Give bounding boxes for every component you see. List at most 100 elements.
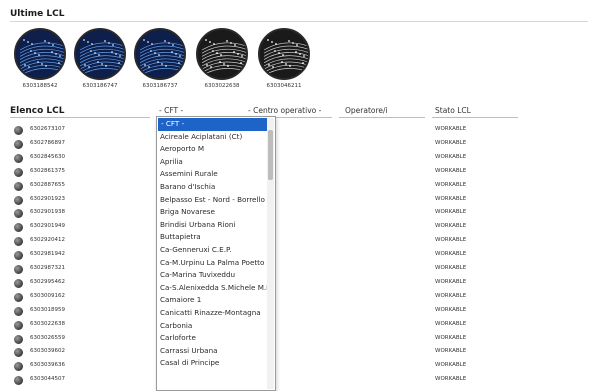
lcl-status-icon — [14, 334, 23, 344]
cft-dropdown-option[interactable]: Ca-S.Alenixedda S.Michele M.B. — [157, 282, 275, 295]
cft-dropdown-option[interactable]: Ca-Marina Tuvixeddu — [157, 269, 275, 282]
lcl-code[interactable]: 6303039602 — [30, 348, 65, 354]
lcl-thumbnail-label: 6303046211 — [266, 83, 302, 89]
lcl-thumbnail-label: 6303186747 — [82, 83, 118, 89]
table-row[interactable]: 6303009162 WORKABLE — [14, 291, 544, 305]
fiber-image-icon — [134, 28, 186, 80]
lcl-code[interactable]: 6302901949 — [30, 223, 65, 229]
cft-dropdown-option[interactable]: Canicatti Rinazze-Montagna — [157, 307, 275, 320]
table-row[interactable]: 6302673107 WORKABLE — [14, 124, 544, 138]
cft-dropdown-option[interactable]: Carrassi Urbana — [157, 345, 275, 358]
lcl-code[interactable]: 6302995462 — [30, 279, 65, 285]
lcl-stato: WORKABLE — [435, 251, 467, 258]
cft-dropdown-option[interactable]: Brindisi Urbana Rioni — [157, 219, 275, 232]
lcl-stato: WORKABLE — [435, 167, 467, 174]
table-row[interactable]: 6302995462 WORKABLE — [14, 277, 544, 291]
cft-dropdown-option[interactable]: Aprilia — [157, 156, 275, 169]
table-row[interactable]: 6302845630 WORKABLE — [14, 152, 544, 166]
cft-dropdown-option[interactable]: Briga Novarese — [157, 206, 275, 219]
table-row[interactable]: 6303044507Acireale Aciplatani (Ct)D830WO… — [14, 374, 544, 388]
lcl-stato: WORKABLE — [435, 292, 467, 299]
cft-dropdown-option[interactable]: Belpasso Est - Nord - Borrello — [157, 194, 275, 207]
lcl-thumbnail[interactable]: 6303046211 — [256, 28, 312, 89]
column-stato: Stato LCL — [435, 106, 471, 115]
lcl-thumbnail[interactable]: 6303022638 — [194, 28, 250, 89]
lcl-code[interactable]: 6302981942 — [30, 251, 65, 257]
cft-dropdown[interactable]: - CFT - Acireale Aciplatani (Ct) Aeroport… — [156, 116, 276, 391]
lcl-code[interactable]: 6302673107 — [30, 126, 65, 132]
lcl-code[interactable]: 6302987321 — [30, 265, 65, 271]
table-row[interactable]: 6302901923 WORKABLE — [14, 194, 544, 208]
lcl-status-icon — [14, 223, 23, 233]
cft-dropdown-option[interactable]: Camaiore 1 — [157, 294, 275, 307]
table-row[interactable]: 6302987321 WORKABLE — [14, 263, 544, 277]
lcl-status-icon — [14, 209, 23, 219]
fiber-image-icon — [196, 28, 248, 80]
column-cft-filter[interactable]: - CFT - — [159, 106, 183, 115]
lcl-stato: WORKABLE — [435, 348, 467, 355]
lcl-code[interactable]: 6302901923 — [30, 196, 65, 202]
table-row[interactable]: 6302786897 WORKABLE — [14, 138, 544, 152]
cft-dropdown-option[interactable]: Carbonia — [157, 320, 275, 333]
cft-dropdown-scrollbar[interactable] — [267, 118, 274, 389]
table-row[interactable]: 6303022638 WORKABLE — [14, 319, 544, 333]
table-row[interactable]: 6302981942 WORKABLE — [14, 249, 544, 263]
lcl-stato: WORKABLE — [435, 320, 467, 327]
header-underline-operatore — [339, 117, 425, 118]
lcl-stato: WORKABLE — [435, 223, 467, 230]
cft-dropdown-option[interactable]: Ca-Genneruxi C.E.P. — [157, 244, 275, 257]
cft-dropdown-selected-option[interactable]: - CFT - — [158, 118, 274, 131]
lcl-code[interactable]: 6303022638 — [30, 321, 65, 327]
column-centro-filter[interactable]: - Centro operativo - — [248, 106, 321, 115]
table-row[interactable]: 6302901938 WORKABLE — [14, 207, 544, 221]
lcl-code[interactable]: 6303018959 — [30, 307, 65, 313]
cft-dropdown-option[interactable]: Carloforte — [157, 332, 275, 345]
cft-dropdown-option[interactable]: Buttapietra — [157, 231, 275, 244]
lcl-code[interactable]: 6302861375 — [30, 168, 65, 174]
table-row[interactable]: 6302861375 WORKABLE — [14, 166, 544, 180]
lcl-code[interactable]: 6303039636 — [30, 362, 65, 368]
lcl-status-icon — [14, 237, 23, 247]
lcl-thumbnail[interactable]: 6303188542 — [12, 28, 68, 89]
table-row[interactable]: 6303026559 WORKABLE — [14, 333, 544, 347]
lcl-status-icon — [14, 362, 23, 372]
lcl-code[interactable]: 6302845630 — [30, 154, 65, 160]
lcl-code[interactable]: 6302887655 — [30, 182, 65, 188]
cft-dropdown-option[interactable]: Acireale Aciplatani (Ct) — [157, 131, 275, 144]
lcl-code[interactable]: 6302920412 — [30, 237, 65, 243]
lcl-status-icon — [14, 251, 23, 261]
lcl-thumbnail[interactable]: 6303186747 — [72, 28, 128, 89]
lcl-thumbnail-label: 6303186737 — [142, 83, 178, 89]
recent-lcl-thumbnails: 6303188542 6303186747 6303186737 6303022638… — [12, 28, 312, 92]
lcl-stato: WORKABLE — [435, 278, 467, 285]
lcl-stato: WORKABLE — [435, 153, 467, 160]
table-row[interactable]: 6303039602 WORKABLE — [14, 346, 544, 360]
cft-dropdown-option[interactable]: Ca-M.Urpinu La Palma Poetto — [157, 257, 275, 270]
lcl-stato: WORKABLE — [435, 334, 467, 341]
lcl-code[interactable]: 6302901938 — [30, 209, 65, 215]
lcl-code[interactable]: 6303026559 — [30, 335, 65, 341]
cft-dropdown-option[interactable]: Barano d'Ischia — [157, 181, 275, 194]
lcl-code[interactable]: 6302786897 — [30, 140, 65, 146]
table-row[interactable]: 6302887655 WORKABLE — [14, 180, 544, 194]
lcl-stato: WORKABLE — [435, 265, 467, 271]
lcl-code[interactable]: 6303009162 — [30, 293, 65, 299]
table-row[interactable]: 6302920412 WORKABLE — [14, 235, 544, 249]
lcl-status-icon — [14, 320, 23, 330]
lcl-thumbnail-label: 6303022638 — [204, 83, 240, 89]
cft-dropdown-scroll-thumb[interactable] — [268, 130, 273, 180]
lcl-thumbnail[interactable]: 6303186737 — [132, 28, 188, 89]
table-row[interactable]: 6302901949 WORKABLE — [14, 221, 544, 235]
table-row[interactable]: 6303018959 WORKABLE — [14, 305, 544, 319]
header-underline-elenco — [10, 117, 150, 118]
column-operatore: Operatore/i — [345, 106, 388, 115]
fiber-image-icon — [258, 28, 310, 80]
lcl-status-icon — [14, 181, 23, 191]
cft-dropdown-option[interactable]: Assemini Rurale — [157, 168, 275, 181]
cft-dropdown-option[interactable]: Casal di Principe — [157, 357, 275, 370]
cft-dropdown-option[interactable]: Aeroporto M — [157, 143, 275, 156]
table-row[interactable]: 6303039636 WORKABLE — [14, 360, 544, 374]
lcl-code[interactable]: 6303044507 — [30, 376, 65, 382]
lcl-status-icon — [14, 265, 23, 274]
lcl-stato: WORKABLE — [435, 181, 467, 188]
